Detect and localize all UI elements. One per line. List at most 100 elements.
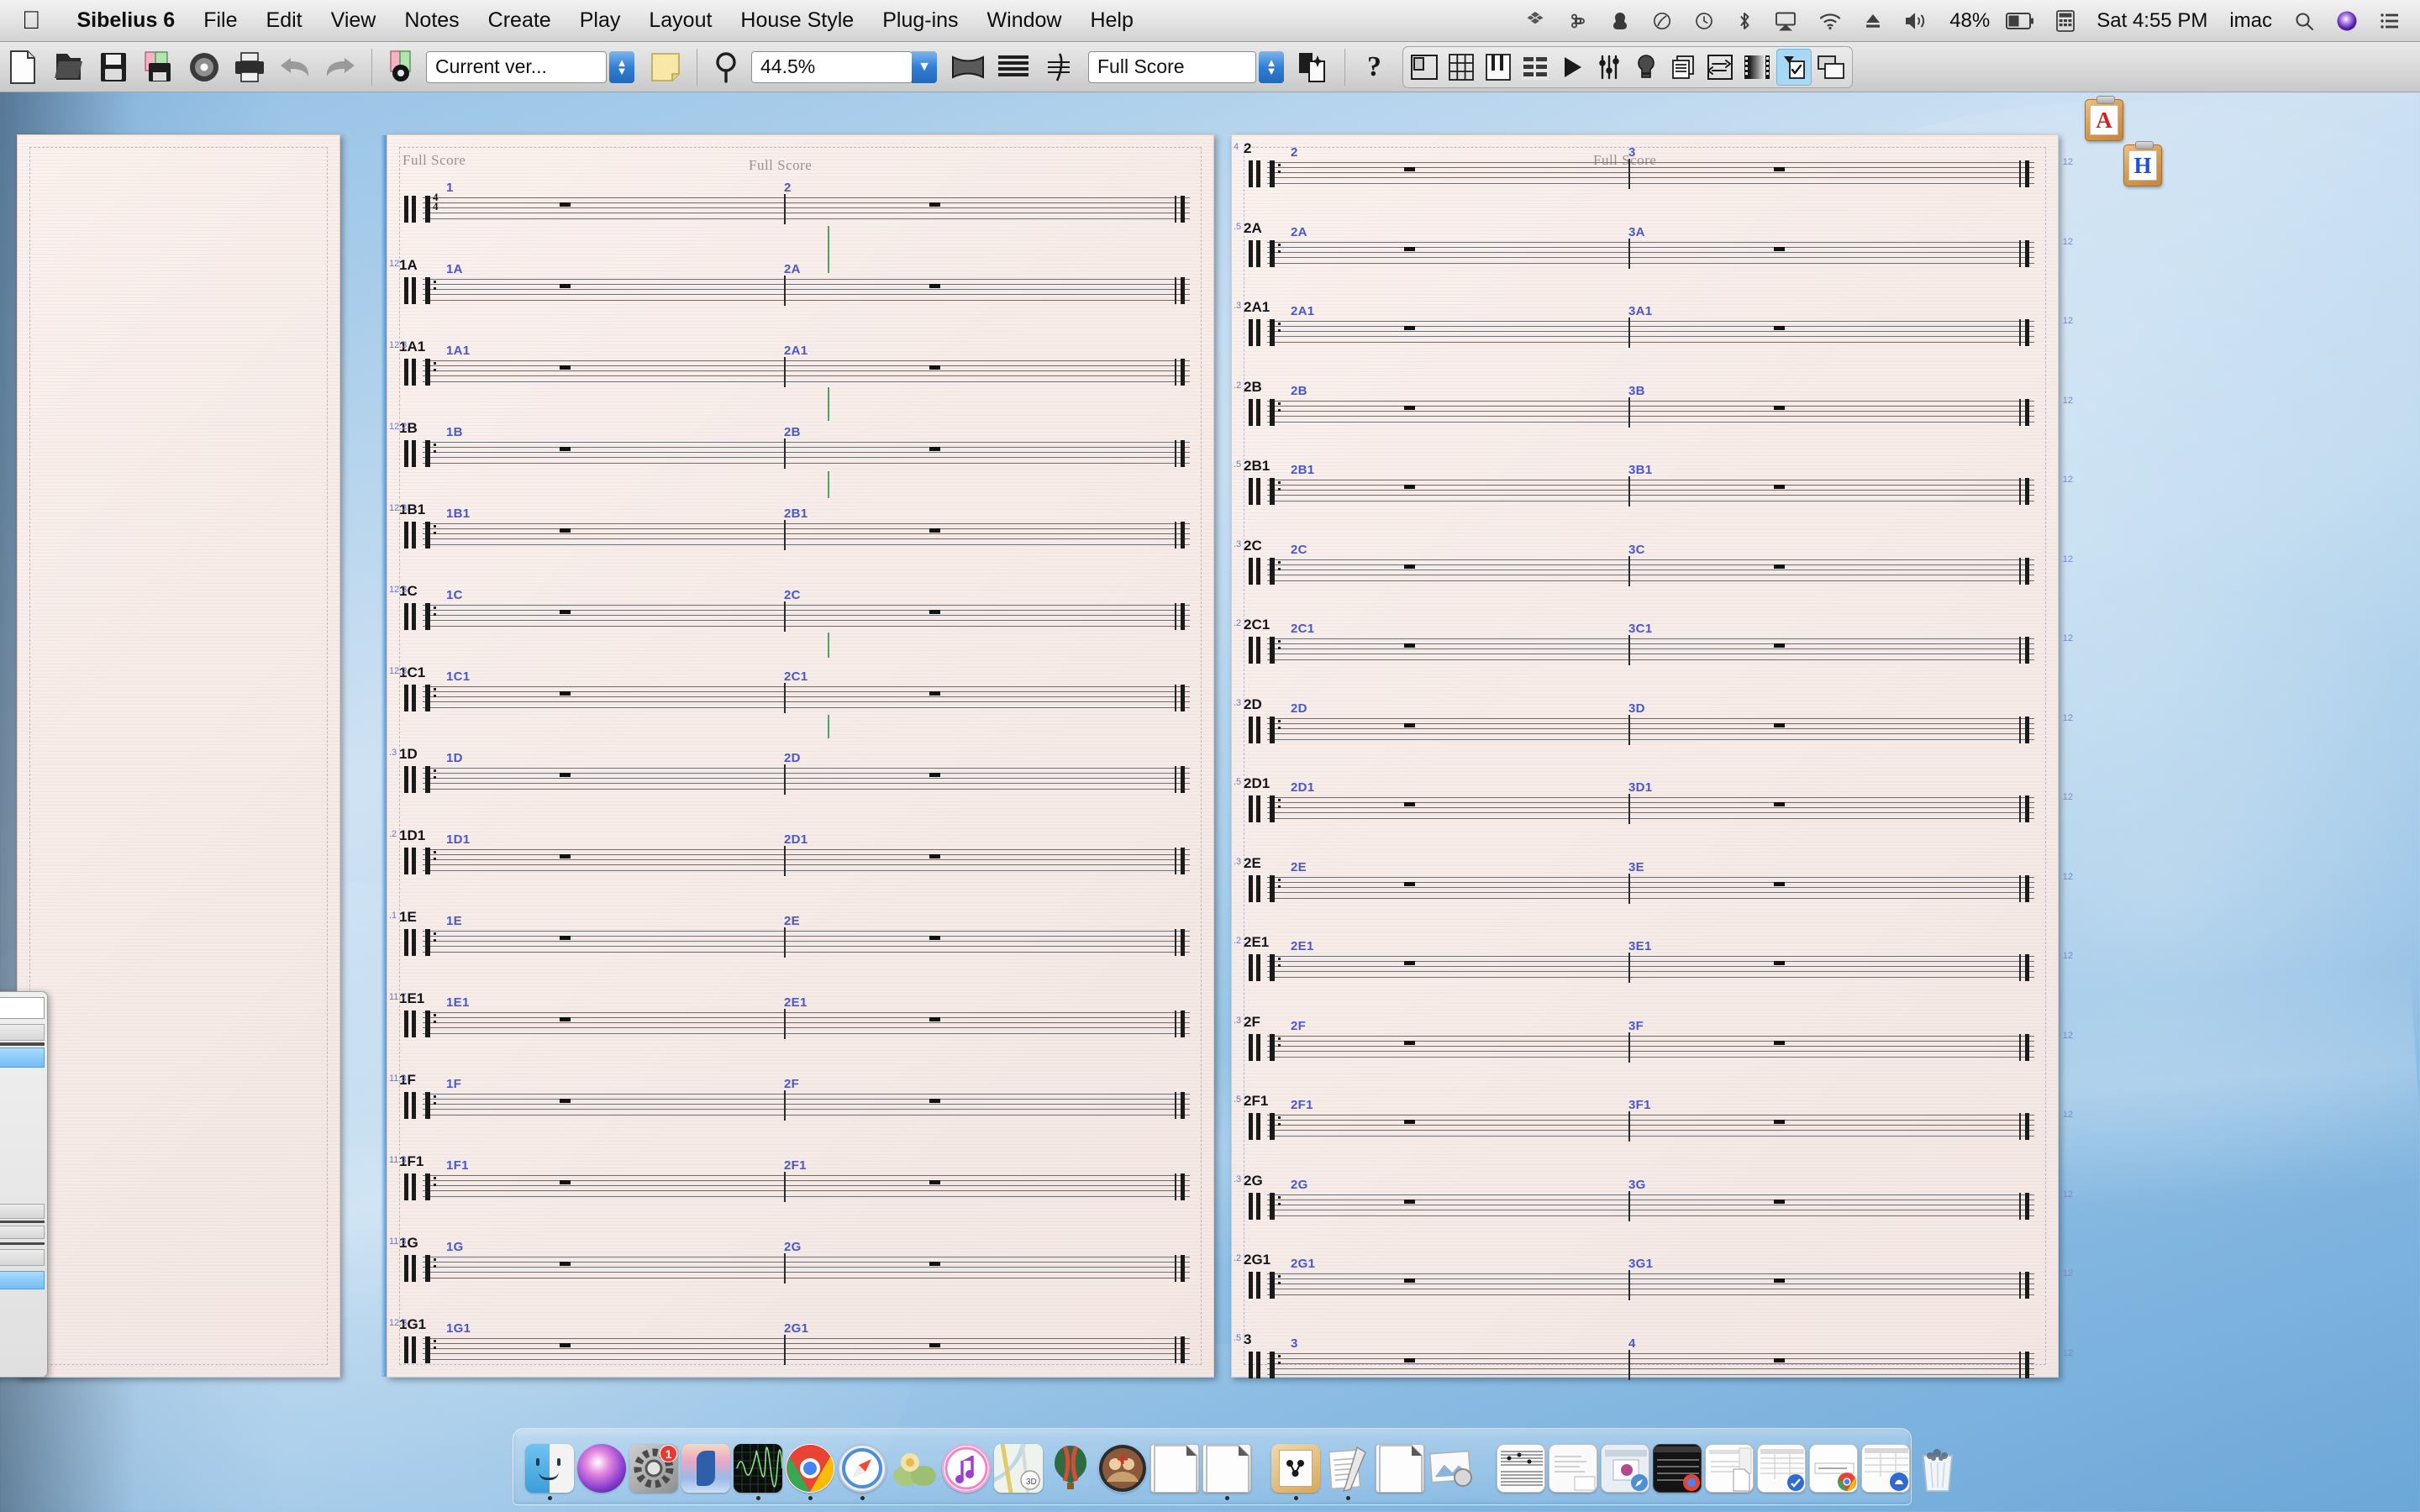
staff-system[interactable]: 1D 1D 2D .3: [387, 746, 1213, 808]
menu-sibelius-6[interactable]: Sibelius 6: [63, 8, 190, 33]
rehearsal-mark-left[interactable]: 1E: [446, 914, 462, 928]
whole-bar-rest[interactable]: [560, 202, 571, 207]
whole-bar-rest[interactable]: [1774, 1040, 1785, 1045]
rehearsal-mark-left[interactable]: 3: [1291, 1336, 1298, 1351]
time-signature[interactable]: 44: [433, 192, 439, 212]
dock-minimized-sheet-window[interactable]: [1809, 1433, 1858, 1500]
staff-system[interactable]: 2E 2E 3E .3: [1232, 855, 2058, 917]
menu-view[interactable]: View: [317, 8, 391, 33]
cd-icon[interactable]: [183, 47, 225, 87]
new-icon[interactable]: [2, 47, 44, 87]
rehearsal-mark-right[interactable]: 2B: [784, 425, 801, 439]
whole-bar-rest[interactable]: [1774, 485, 1785, 489]
menubar-clock[interactable]: Sat 4:55 PM: [2086, 9, 2218, 33]
whole-bar-rest[interactable]: [560, 610, 571, 614]
rehearsal-mark-right[interactable]: 2B1: [784, 507, 808, 521]
dialog-selected-row-2[interactable]: [0, 1271, 45, 1289]
panorama-icon[interactable]: [947, 47, 989, 87]
dock-item-safari[interactable]: [838, 1433, 886, 1500]
eject-icon[interactable]: [1853, 11, 1893, 31]
score-canvas[interactable]: Full Score Full Score 1 2 4 4 1A 1A 2A 12 1A1 1A1…: [0, 92, 2420, 1420]
staff-system[interactable]: 1F1 1F1 2F1 11.3: [387, 1153, 1213, 1215]
score-page-blank[interactable]: [17, 134, 340, 1378]
rehearsal-mark-right[interactable]: 3F1: [1628, 1098, 1651, 1112]
part-stepper[interactable]: ▲ ▼: [1259, 50, 1284, 83]
rehearsal-mark-right[interactable]: 3: [1628, 145, 1636, 160]
staff-system[interactable]: 1F 1F 2F 11.3: [387, 1072, 1213, 1134]
barline-middle[interactable]: [784, 194, 786, 224]
whole-bar-rest[interactable]: [929, 528, 940, 533]
magnifier-icon[interactable]: [708, 47, 750, 87]
barline-middle[interactable]: [1628, 714, 1630, 745]
barline-middle[interactable]: [1628, 1111, 1630, 1142]
staff-system[interactable]: 2C1 2C1 3C1 .2: [1232, 617, 2058, 679]
rehearsal-mark-right[interactable]: 3C1: [1628, 622, 1652, 636]
partially-offscreen-dialog[interactable]: ▲▼ ▲▼ ▲▼: [0, 991, 48, 1378]
whole-bar-rest[interactable]: [1404, 246, 1415, 251]
whole-bar-rest[interactable]: [929, 1262, 940, 1266]
barline-middle[interactable]: [1628, 873, 1630, 904]
rehearsal-mark-left[interactable]: 1F1: [446, 1158, 469, 1173]
staff-system[interactable]: 1D1 1D1 2D1 .2: [387, 827, 1213, 890]
rehearsal-mark-right[interactable]: 2F: [784, 1077, 799, 1091]
barline-middle[interactable]: [1628, 1349, 1630, 1380]
rehearsal-mark-right[interactable]: 3D1: [1628, 780, 1652, 795]
rehearsal-mark-right[interactable]: 3E: [1628, 860, 1644, 874]
open-icon[interactable]: [47, 47, 89, 87]
whole-bar-rest[interactable]: [929, 202, 940, 207]
keyboard-icon[interactable]: [1481, 49, 1516, 86]
dock-item-balloon-app[interactable]: [1046, 1433, 1095, 1500]
whole-bar-rest[interactable]: [560, 1180, 571, 1184]
whole-bar-rest[interactable]: [560, 1262, 571, 1266]
dock-item-system-preferences[interactable]: 1: [629, 1433, 678, 1500]
rehearsal-mark-right[interactable]: 2F1: [784, 1158, 807, 1173]
rehearsal-mark-left[interactable]: 1: [446, 181, 454, 195]
rehearsal-mark-left[interactable]: 2F: [1291, 1019, 1306, 1033]
help-icon[interactable]: ?: [1355, 47, 1397, 87]
rehearsal-mark-left[interactable]: 1A1: [446, 344, 470, 358]
barline-middle[interactable]: [784, 1009, 786, 1039]
search-icon[interactable]: [2283, 11, 2325, 31]
rehearsal-mark-left[interactable]: 2D: [1291, 701, 1307, 716]
properties-icon[interactable]: [1776, 48, 1812, 86]
menu-create[interactable]: Create: [474, 8, 566, 33]
staff-system[interactable]: 1E 1E 2E .1: [387, 909, 1213, 971]
barline-middle[interactable]: [1628, 635, 1630, 665]
whole-bar-rest[interactable]: [1404, 1120, 1415, 1124]
staff-system[interactable]: 2B1 2B1 3B1 .5: [1232, 458, 2058, 520]
staff-system[interactable]: 3 3 4.5: [1232, 1331, 2058, 1394]
dock-item-photos[interactable]: [1098, 1433, 1147, 1500]
dock-item-image-capture[interactable]: [890, 1433, 939, 1500]
barline-middle[interactable]: [1628, 1270, 1630, 1300]
rehearsal-mark-left[interactable]: 2B: [1291, 384, 1307, 398]
barline-middle[interactable]: [1628, 1032, 1630, 1063]
whole-bar-rest[interactable]: [560, 773, 571, 777]
whole-bar-rest[interactable]: [929, 691, 940, 696]
rehearsal-mark-left[interactable]: 1B1: [446, 507, 470, 521]
whole-bar-rest[interactable]: [1404, 1357, 1415, 1362]
dialog-field-1[interactable]: [0, 997, 45, 1019]
save-icon[interactable]: [92, 47, 134, 87]
rehearsal-mark-right[interactable]: 2G: [784, 1240, 802, 1254]
pages-icon[interactable]: [992, 47, 1034, 87]
staff-system[interactable]: 1G1 1G1 2G1 12.3: [387, 1316, 1213, 1378]
undo-icon[interactable]: [274, 47, 316, 87]
rehearsal-mark-right[interactable]: 2A: [784, 262, 801, 276]
transport-icon[interactable]: [1665, 49, 1701, 86]
filmstrip-icon[interactable]: [1739, 49, 1775, 86]
barline-middle[interactable]: [1628, 159, 1630, 189]
staff-system[interactable]: 1B1 1B1 2B1 12.3: [387, 501, 1213, 564]
rehearsal-mark-right[interactable]: 4: [1628, 1336, 1636, 1351]
whole-bar-rest[interactable]: [929, 1180, 940, 1184]
whole-bar-rest[interactable]: [1404, 881, 1415, 886]
barline-middle[interactable]: [784, 764, 786, 795]
dock-item-maps[interactable]: 3D: [994, 1433, 1043, 1500]
whole-bar-rest[interactable]: [929, 1017, 940, 1021]
barline-middle[interactable]: [784, 846, 786, 876]
whole-bar-rest[interactable]: [1774, 326, 1785, 330]
rehearsal-mark-left[interactable]: 2A1: [1291, 304, 1314, 318]
volume-icon[interactable]: [1893, 11, 1939, 31]
whole-bar-rest[interactable]: [1774, 1278, 1785, 1283]
menubar-username[interactable]: imac: [2218, 9, 2283, 33]
barline-middle[interactable]: [784, 438, 786, 469]
